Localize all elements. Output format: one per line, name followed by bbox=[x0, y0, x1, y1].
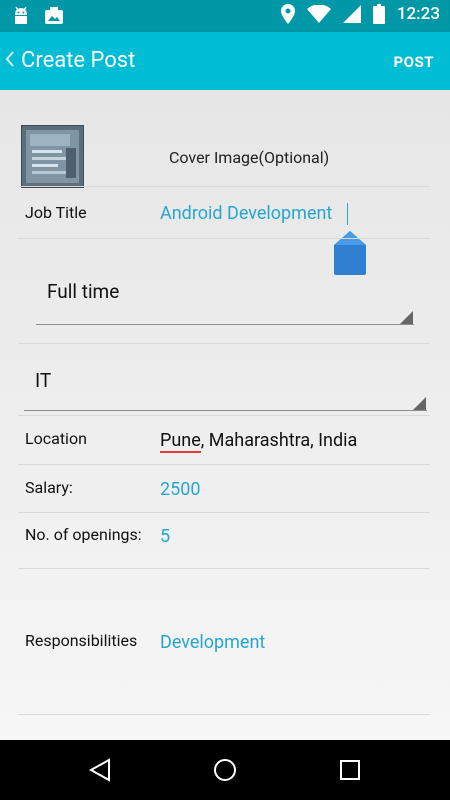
signal-icon bbox=[342, 5, 361, 23]
clock: 12:23 bbox=[396, 4, 440, 24]
job-type-spinner-underline bbox=[36, 324, 414, 325]
location-icon bbox=[280, 4, 295, 24]
divider bbox=[18, 415, 430, 416]
location-label: Location bbox=[25, 429, 87, 448]
divider bbox=[18, 238, 430, 239]
cover-image-label[interactable]: Cover Image(Optional) bbox=[169, 148, 329, 167]
divider bbox=[18, 343, 430, 344]
photo-icon bbox=[45, 7, 63, 24]
cover-image-thumbnail[interactable] bbox=[21, 125, 84, 188]
home-icon[interactable] bbox=[212, 757, 238, 783]
dropdown-arrow-icon[interactable] bbox=[400, 311, 413, 324]
wifi-icon bbox=[306, 5, 331, 23]
divider bbox=[18, 186, 430, 187]
job-title-label: Job Title bbox=[25, 203, 87, 222]
back-chevron-icon[interactable] bbox=[5, 50, 15, 68]
divider bbox=[18, 464, 430, 465]
salary-label: Salary: bbox=[25, 478, 73, 497]
status-bar: 12:23 bbox=[0, 0, 450, 32]
job-type-spinner-value[interactable]: Full time bbox=[47, 280, 119, 303]
text-cursor bbox=[347, 203, 348, 225]
back-icon[interactable] bbox=[87, 757, 113, 783]
post-button[interactable]: POST bbox=[393, 53, 434, 71]
job-title-input[interactable]: Android Development bbox=[160, 203, 332, 224]
salary-input[interactable]: 2500 bbox=[160, 479, 200, 500]
category-spinner-underline bbox=[24, 410, 427, 411]
openings-label: No. of openings: bbox=[25, 525, 142, 544]
divider bbox=[18, 568, 430, 569]
battery-icon bbox=[372, 4, 385, 24]
responsibilities-input[interactable]: Development bbox=[160, 632, 265, 653]
dropdown-arrow-icon[interactable] bbox=[413, 397, 426, 410]
divider bbox=[18, 512, 430, 513]
category-spinner-value[interactable]: IT bbox=[35, 369, 51, 392]
location-region: , Maharashtra, India bbox=[200, 430, 358, 451]
location-city: Pune bbox=[160, 430, 201, 453]
page-title[interactable]: Create Post bbox=[21, 48, 135, 73]
divider bbox=[18, 714, 430, 715]
action-bar: Create Post POST bbox=[0, 32, 450, 90]
navigation-bar bbox=[0, 740, 450, 800]
android-icon bbox=[15, 6, 27, 24]
create-post-form: Cover Image(Optional) Job Title Android … bbox=[0, 90, 450, 740]
cover-image-picture bbox=[26, 130, 79, 183]
location-input[interactable]: Pune, Maharashtra, India bbox=[160, 430, 358, 453]
openings-input[interactable]: 5 bbox=[160, 526, 170, 547]
recents-icon[interactable] bbox=[337, 757, 363, 783]
responsibilities-label: Responsibilities bbox=[25, 631, 138, 650]
